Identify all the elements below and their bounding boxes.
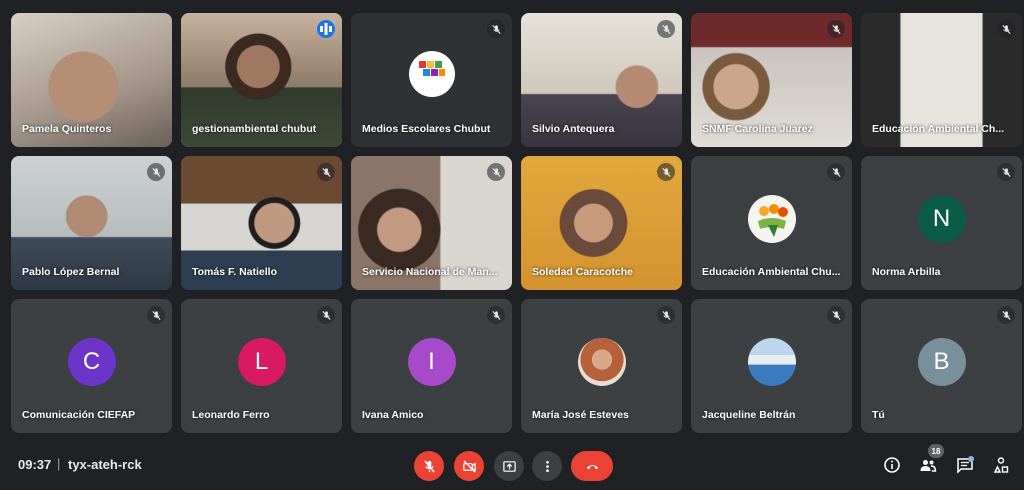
mic-muted-icon bbox=[317, 163, 335, 181]
chat-notification-dot bbox=[968, 456, 974, 462]
avatar: L bbox=[237, 338, 286, 386]
mic-muted-icon bbox=[487, 20, 505, 38]
participant-tile[interactable]: María José Esteves bbox=[521, 299, 682, 433]
participant-name: Pablo López Bernal bbox=[22, 266, 120, 278]
mic-muted-icon bbox=[827, 20, 845, 38]
participant-name: Leonardo Ferro bbox=[192, 409, 270, 421]
control-bar: 09:37 | tyx-ateh-rck bbox=[0, 440, 1024, 490]
mic-muted-icon bbox=[827, 306, 845, 324]
participant-tile[interactable]: Educación Ambiental Ch... bbox=[861, 13, 1022, 147]
present-screen-button[interactable] bbox=[494, 451, 524, 481]
educacion-ambiental-logo bbox=[747, 195, 796, 243]
participant-name: Servicio Nacional de Man... bbox=[362, 266, 498, 278]
mic-muted-icon bbox=[147, 163, 165, 181]
mic-muted-icon bbox=[317, 306, 335, 324]
participant-tile[interactable]: Silvio Antequera bbox=[521, 13, 682, 147]
separator: | bbox=[57, 456, 61, 471]
activities-button[interactable] bbox=[991, 455, 1011, 475]
more-vert-icon bbox=[545, 460, 549, 472]
participant-tile[interactable]: C Comunicación CIEFAP bbox=[11, 299, 172, 433]
mic-muted-icon bbox=[997, 163, 1015, 181]
mic-off-icon bbox=[423, 459, 435, 473]
meeting-code[interactable]: tyx-ateh-rck bbox=[68, 457, 142, 472]
participant-name: Pamela Quinteros bbox=[22, 123, 112, 135]
participant-tile[interactable]: Jacqueline Beltrán bbox=[691, 299, 852, 433]
leave-call-button[interactable] bbox=[571, 451, 613, 481]
speaking-indicator-icon bbox=[317, 20, 335, 38]
mic-muted-icon bbox=[997, 306, 1015, 324]
medios-escolares-logo bbox=[408, 51, 455, 97]
avatar: C bbox=[67, 338, 116, 386]
participant-tile[interactable]: I Ivana Amico bbox=[351, 299, 512, 433]
participant-name: Ivana Amico bbox=[362, 409, 424, 421]
mic-muted-icon bbox=[997, 20, 1015, 38]
present-icon bbox=[502, 460, 516, 472]
participant-tile[interactable]: B Tú bbox=[861, 299, 1022, 433]
meeting-time: 09:37 bbox=[18, 457, 52, 472]
participant-grid: Pamela Quinteros gestionambiental chubut… bbox=[11, 13, 1022, 433]
participant-name: Educación Ambiental Chu... bbox=[702, 266, 841, 278]
participant-name: María José Esteves bbox=[532, 409, 629, 421]
participant-name: Educación Ambiental Ch... bbox=[872, 123, 1005, 135]
participant-name: Comunicación CIEFAP bbox=[22, 409, 136, 421]
participant-tile[interactable]: Tomás F. Natiello bbox=[181, 156, 342, 290]
avatar: N bbox=[917, 195, 966, 243]
participant-name: gestionambiental chubut bbox=[192, 123, 317, 135]
people-icon bbox=[920, 460, 937, 472]
participant-name: Tú bbox=[872, 409, 885, 421]
mic-toggle-button[interactable] bbox=[414, 451, 444, 481]
participant-tile[interactable]: Servicio Nacional de Man... bbox=[351, 156, 512, 290]
avatar: B bbox=[917, 338, 966, 386]
participant-name: Soledad Caracotche bbox=[532, 266, 633, 278]
participant-tile[interactable]: SNMF Carolina Juarez bbox=[691, 13, 852, 147]
avatar: I bbox=[407, 338, 456, 386]
participant-tile[interactable]: Educación Ambiental Chu... bbox=[691, 156, 852, 290]
mic-muted-icon bbox=[827, 163, 845, 181]
participant-tile[interactable]: N Norma Arbilla bbox=[861, 156, 1022, 290]
mic-muted-icon bbox=[657, 306, 675, 324]
participant-tile[interactable]: L Leonardo Ferro bbox=[181, 299, 342, 433]
info-icon bbox=[884, 457, 900, 473]
meeting-details-button[interactable] bbox=[882, 455, 902, 475]
mic-muted-icon bbox=[657, 163, 675, 181]
participant-count-badge: 18 bbox=[928, 444, 944, 458]
participant-name: Norma Arbilla bbox=[872, 266, 941, 278]
avatar bbox=[747, 338, 796, 386]
activities-icon bbox=[993, 457, 1009, 473]
mic-muted-icon bbox=[657, 20, 675, 38]
participant-name: Jacqueline Beltrán bbox=[702, 409, 796, 421]
more-options-button[interactable] bbox=[532, 451, 562, 481]
mic-muted-icon bbox=[147, 306, 165, 324]
participant-tile[interactable]: Soledad Caracotche bbox=[521, 156, 682, 290]
participants-button[interactable] bbox=[918, 455, 938, 475]
participant-tile[interactable]: Pablo López Bernal bbox=[11, 156, 172, 290]
mic-muted-icon bbox=[487, 306, 505, 324]
participant-name: Medios Escolares Chubut bbox=[362, 123, 491, 135]
participant-name: SNMF Carolina Juarez bbox=[702, 123, 813, 135]
participant-tile[interactable]: Pamela Quinteros bbox=[11, 13, 172, 147]
mic-muted-icon bbox=[487, 163, 505, 181]
camera-toggle-button[interactable] bbox=[454, 451, 484, 481]
participant-name: Tomás F. Natiello bbox=[192, 266, 277, 278]
participant-tile[interactable]: gestionambiental chubut bbox=[181, 13, 342, 147]
participant-tile[interactable]: Medios Escolares Chubut bbox=[351, 13, 512, 147]
call-end-icon bbox=[586, 464, 598, 469]
avatar bbox=[577, 338, 626, 386]
camera-off-icon bbox=[462, 459, 476, 473]
participant-name: Silvio Antequera bbox=[532, 123, 615, 135]
